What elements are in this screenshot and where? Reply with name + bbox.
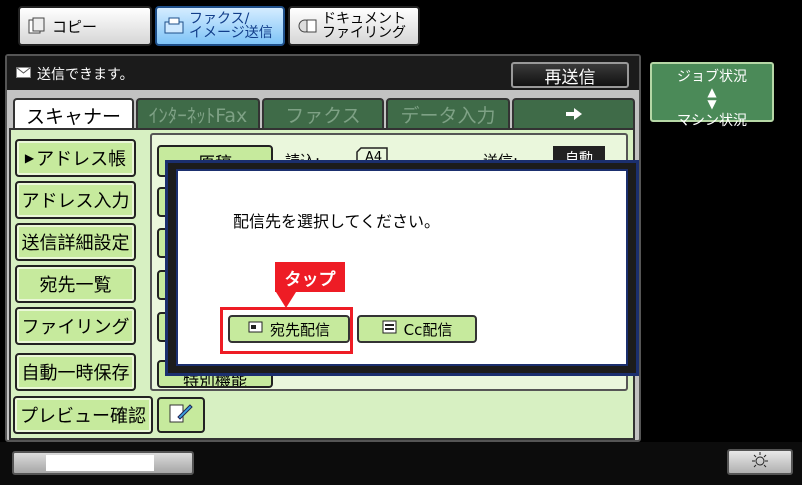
auto-temp-save-button[interactable]: 自動一時保存 [15, 353, 136, 391]
tab-data-entry[interactable]: データ入力 [386, 98, 510, 128]
send-settings-button[interactable]: 送信詳細設定 [15, 223, 136, 261]
job-status-label: ジョブ状況 [677, 69, 747, 85]
tap-annotation: タップ [275, 262, 345, 292]
arrow-right-icon [565, 103, 582, 125]
edit-icon [168, 401, 194, 429]
to-delivery-label: 宛先配信 [269, 320, 330, 339]
mode-tab-filing-label: ドキュメント ファイリング [322, 11, 406, 41]
updown-arrow-icon: ▲ ▼ [707, 85, 717, 111]
envelope-icon [16, 66, 31, 82]
status-message: 送信できます。 [37, 67, 134, 83]
progress-indicator-window [46, 455, 154, 471]
to-delivery-button[interactable]: 宛先配信 [228, 315, 350, 343]
to-delivery-icon [248, 320, 264, 338]
mode-tab-document-filing[interactable]: ドキュメント ファイリング [288, 6, 420, 46]
mode-tab-fax-image-send[interactable]: ファクス/ イメージ送信 [155, 6, 285, 46]
tab-fax[interactable]: ファクス [262, 98, 384, 128]
destination-list-button[interactable]: 宛先一覧 [15, 265, 136, 303]
brightness-button[interactable] [727, 449, 793, 475]
tap-arrow [276, 292, 296, 308]
edit-button[interactable] [157, 397, 205, 433]
triangle-right-icon: ▶ [24, 151, 35, 165]
address-book-label: アドレス帳 [36, 149, 127, 170]
document-filing-icon [296, 16, 318, 36]
address-entry-button[interactable]: アドレス入力 [15, 181, 136, 219]
status-message-area: 送信できます。 [16, 64, 134, 84]
tab-internet-fax[interactable]: ｲﾝﾀｰﾈｯﾄFax [136, 98, 260, 128]
dialog-message: 配信先を選択してください。 [233, 212, 441, 231]
resend-button[interactable]: 再送信 [511, 62, 629, 88]
job-status-button[interactable]: ジョブ状況 ▲ ▼ マシン状況 [650, 62, 774, 129]
copy-icon [26, 16, 48, 36]
address-book-button[interactable]: ▶ アドレス帳 [15, 139, 136, 177]
machine-status-label: マシン状況 [677, 113, 747, 129]
mode-tab-fax-label: ファクス/ イメージ送信 [189, 11, 273, 41]
cc-delivery-label: Cc配信 [403, 320, 453, 339]
mode-tab-copy-label: コピー [52, 17, 98, 36]
tab-scanner[interactable]: スキャナー [13, 98, 134, 130]
mode-tab-copy[interactable]: コピー [18, 6, 152, 46]
tab-next-button[interactable] [512, 98, 635, 128]
cc-delivery-button[interactable]: Cc配信 [357, 315, 477, 343]
brightness-icon [750, 451, 770, 473]
fax-icon [163, 16, 185, 36]
cc-delivery-icon [382, 320, 398, 338]
preview-check-button[interactable]: プレビュー確認 [13, 396, 153, 434]
filing-button[interactable]: ファイリング [15, 307, 136, 345]
